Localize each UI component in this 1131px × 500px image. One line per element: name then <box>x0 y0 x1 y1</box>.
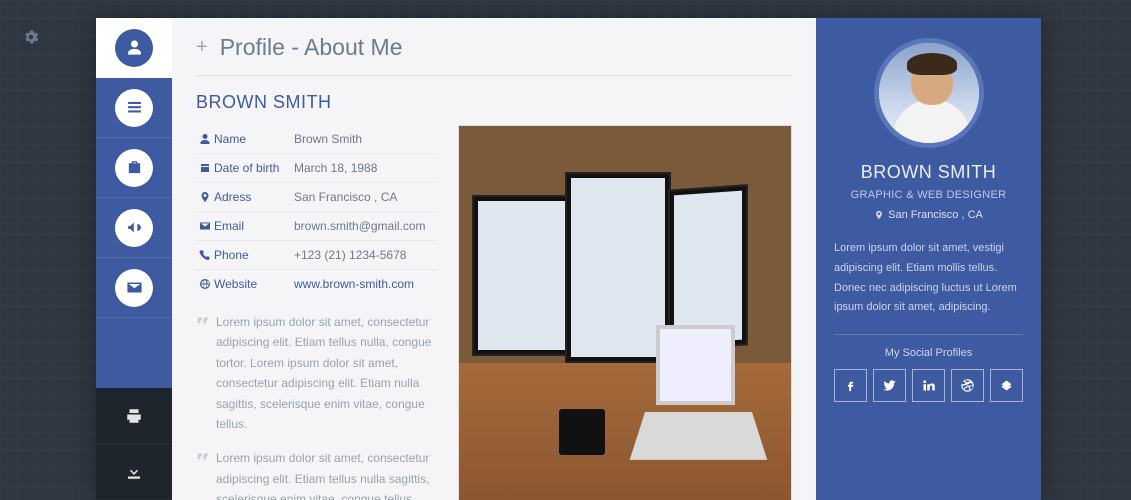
info-table: Name Brown Smith Date of birth March 18,… <box>196 125 436 500</box>
value-name: Brown Smith <box>294 132 436 146</box>
sidebar-name: BROWN SMITH <box>834 162 1023 183</box>
social-dribbble[interactable] <box>951 369 984 402</box>
download-button[interactable] <box>96 444 172 500</box>
value-website[interactable]: www.brown-smith.com <box>294 277 436 291</box>
info-row-name: Name Brown Smith <box>196 125 436 153</box>
nav-profile[interactable] <box>96 18 172 78</box>
label-email: Email <box>214 219 294 233</box>
social-label: My Social Profiles <box>834 347 1023 359</box>
nav-blog[interactable] <box>96 198 172 258</box>
user-icon <box>196 133 214 145</box>
sidebar-bio: Lorem ipsum dolor sit amet, vestigi adip… <box>834 239 1023 335</box>
bullhorn-icon <box>115 209 153 247</box>
label-phone: Phone <box>214 248 294 262</box>
print-button[interactable] <box>96 388 172 444</box>
globe-icon <box>196 278 214 290</box>
label-address: Adress <box>214 190 294 204</box>
social-twitter[interactable] <box>873 369 906 402</box>
value-email: brown.smith@gmail.com <box>294 219 436 233</box>
info-row-email: Email brown.smith@gmail.com <box>196 211 436 240</box>
settings-gear-icon[interactable] <box>16 22 46 52</box>
envelope-icon <box>196 220 214 232</box>
social-flickr[interactable] <box>990 369 1023 402</box>
envelope-icon <box>115 269 153 307</box>
page-title-text: Profile - About Me <box>220 34 403 61</box>
bio-paragraph-2: Lorem ipsum dolor sit amet, consectetur … <box>196 448 436 500</box>
social-facebook[interactable] <box>834 369 867 402</box>
pin-icon <box>196 191 214 203</box>
plus-icon: + <box>196 36 208 59</box>
layers-icon <box>115 89 153 127</box>
page-title: + Profile - About Me <box>196 34 792 76</box>
sidebar-location: San Francisco , CA <box>834 209 1023 221</box>
nav-portfolio[interactable] <box>96 138 172 198</box>
value-address: San Francisco , CA <box>294 190 436 204</box>
label-website: Website <box>214 277 294 291</box>
social-links <box>834 369 1023 402</box>
avatar <box>874 38 984 148</box>
briefcase-icon <box>115 149 153 187</box>
nav-resume[interactable] <box>96 78 172 138</box>
quote-icon <box>196 450 210 470</box>
workspace-photo <box>458 125 792 500</box>
person-name-heading: BROWN SMITH <box>196 92 792 113</box>
info-row-address: Adress San Francisco , CA <box>196 182 436 211</box>
utility-buttons <box>96 388 172 500</box>
sidebar-role: GRAPHIC & WEB DESIGNER <box>834 189 1023 201</box>
nav-contact[interactable] <box>96 258 172 318</box>
social-linkedin[interactable] <box>912 369 945 402</box>
value-phone: +123 (21) 1234-5678 <box>294 248 436 262</box>
pin-icon <box>874 210 884 220</box>
info-row-phone: Phone +123 (21) 1234-5678 <box>196 240 436 269</box>
phone-icon <box>196 249 214 261</box>
value-dob: March 18, 1988 <box>294 161 436 175</box>
main-content: + Profile - About Me BROWN SMITH Name Br… <box>172 18 816 500</box>
bio-paragraph-1: Lorem ipsum dolor sit amet, consectetur … <box>196 312 436 434</box>
quote-icon <box>196 314 210 334</box>
label-name: Name <box>214 132 294 146</box>
label-dob: Date of birth <box>214 161 294 175</box>
user-icon <box>115 29 153 67</box>
info-row-website: Website www.brown-smith.com <box>196 269 436 298</box>
profile-sidebar: BROWN SMITH GRAPHIC & WEB DESIGNER San F… <box>816 18 1041 500</box>
resume-card: + Profile - About Me BROWN SMITH Name Br… <box>96 18 1041 500</box>
calendar-icon <box>196 162 214 174</box>
info-row-dob: Date of birth March 18, 1988 <box>196 153 436 182</box>
